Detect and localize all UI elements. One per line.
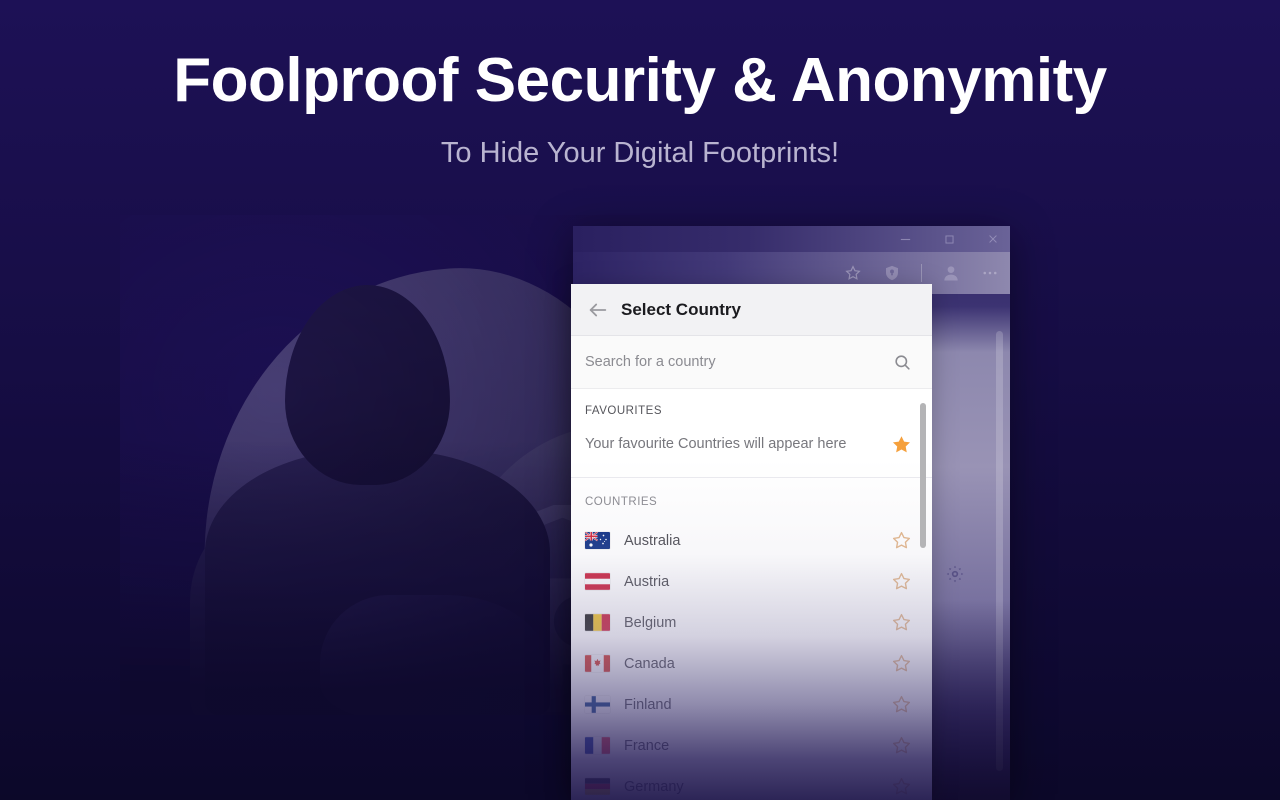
country-name: Germany [624, 778, 684, 795]
star-filled-icon[interactable] [891, 434, 912, 455]
favourites-empty-row: Your favourite Countries will appear her… [571, 417, 932, 465]
favourites-section-label: FAVOURITES [585, 405, 662, 417]
page-subtitle: To Hide Your Digital Footprints! [440, 137, 840, 170]
flag-fr-icon [585, 737, 610, 754]
flag-be-icon [585, 614, 610, 631]
back-arrow-icon[interactable] [587, 299, 609, 321]
search-input[interactable] [585, 354, 893, 370]
star-outline-icon[interactable] [891, 735, 912, 756]
gear-icon[interactable] [945, 564, 965, 584]
panel-header: Select Country [571, 284, 932, 336]
panel-scrollbar[interactable] [920, 403, 926, 548]
panel-title: Select Country [621, 299, 741, 319]
flag-at-icon [585, 573, 610, 590]
minimize-icon[interactable] [896, 230, 914, 248]
flag-ca-icon [585, 655, 610, 672]
country-name: Canada [624, 655, 675, 672]
country-name: France [624, 737, 670, 754]
search-icon[interactable] [893, 353, 912, 372]
browser-titlebar [573, 226, 1010, 252]
flag-de-icon [585, 778, 610, 795]
table-row[interactable]: Canada [571, 643, 932, 684]
table-row[interactable]: Austria [571, 561, 932, 602]
profile-icon[interactable] [941, 263, 961, 283]
search-row[interactable] [571, 336, 932, 389]
hero-section: Foolproof Security & Anonymity To Hide Y… [0, 0, 1280, 170]
maximize-icon[interactable] [940, 230, 958, 248]
table-row[interactable]: Germany [571, 766, 932, 800]
table-row[interactable]: Australia [571, 520, 932, 561]
close-icon[interactable] [984, 230, 1002, 248]
page-title: Foolproof Security & Anonymity [173, 46, 1107, 115]
favourites-empty-text: Your favourite Countries will appear her… [585, 436, 847, 452]
table-row[interactable]: France [571, 725, 932, 766]
flag-fi-icon [585, 696, 610, 713]
star-outline-icon[interactable] [891, 694, 912, 715]
hero-illustration [120, 215, 640, 715]
countries-section-label: COUNTRIES [585, 496, 658, 508]
country-name: Finland [624, 696, 672, 713]
shield-icon[interactable] [882, 263, 902, 283]
table-row[interactable]: Finland [571, 684, 932, 725]
star-outline-icon[interactable] [891, 530, 912, 551]
illustration-fade [120, 215, 640, 715]
select-country-panel: Select Country FAVOURITES Your favourite… [571, 284, 932, 800]
star-outline-icon[interactable] [891, 612, 912, 633]
country-name: Australia [624, 532, 681, 549]
country-name: Austria [624, 573, 670, 590]
star-outline-icon[interactable] [891, 571, 912, 592]
star-icon[interactable] [843, 263, 863, 283]
star-outline-icon[interactable] [891, 776, 912, 797]
country-list: Australia Austria Belgium Canada Finland… [571, 520, 932, 800]
toolbar-divider [921, 264, 922, 282]
table-row[interactable]: Belgium [571, 602, 932, 643]
more-icon[interactable] [980, 263, 1000, 283]
country-name: Belgium [624, 614, 677, 631]
flag-au-icon [585, 532, 610, 549]
star-outline-icon[interactable] [891, 653, 912, 674]
